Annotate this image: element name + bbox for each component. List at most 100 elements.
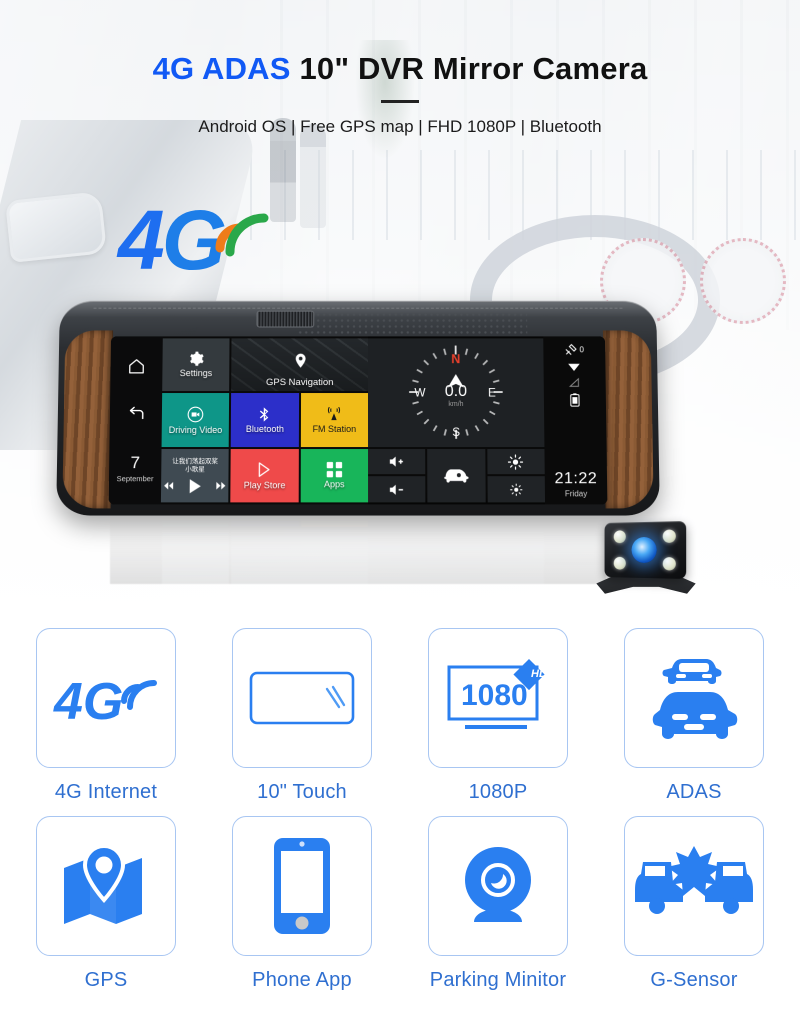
feature-icon-box — [232, 816, 372, 956]
tile-driving-video[interactable]: Driving Video — [161, 393, 230, 447]
clock-weekday: Friday — [564, 489, 588, 499]
map-location-icon — [64, 843, 142, 924]
tile-music-player[interactable]: 让我们荡起双桨 小歌星 — [160, 448, 230, 503]
brightness-down-button[interactable] — [487, 476, 546, 503]
play-store-icon — [255, 460, 274, 479]
4g-signal-icon: 4G — [53, 673, 157, 731]
tile-gps-navigation[interactable]: GPS Navigation — [231, 338, 368, 392]
led-light — [662, 557, 676, 571]
svg-text:S: S — [452, 426, 460, 439]
feature-label: Phone App — [252, 969, 352, 991]
feature-card-phone-app: Phone App — [206, 816, 398, 992]
feature-label: ADAS — [666, 781, 722, 803]
background-railing — [250, 150, 800, 240]
tile-bluetooth[interactable]: Bluetooth — [231, 393, 299, 447]
feature-card-1080p: 1080 HD 1080P — [402, 628, 594, 804]
fast-forward-icon[interactable] — [215, 482, 226, 491]
tile-label: Bluetooth — [245, 423, 284, 434]
feature-label: 1080P — [468, 781, 528, 803]
page-title-rest: 10" DVR Mirror Camera — [290, 51, 648, 86]
brightness-up-button[interactable] — [486, 448, 545, 475]
feature-label: 10" Touch — [257, 781, 347, 803]
rear-camera-module — [588, 518, 708, 618]
signal-icon — [569, 378, 580, 388]
hd-badge: HD — [531, 668, 547, 680]
speed-unit: km/h — [448, 400, 464, 408]
touch-screen-icon — [249, 671, 355, 725]
tile-play-store[interactable]: Play Store — [230, 448, 299, 503]
compass-control-column: N S E W 0.0 km/h — [367, 336, 546, 504]
device-touchscreen[interactable]: 7 September Settings GPS Navigation Driv… — [108, 336, 608, 505]
background-person — [300, 124, 326, 228]
mirror-housing: 7 September Settings GPS Navigation Driv… — [56, 300, 660, 516]
feature-icon-box — [624, 816, 764, 956]
volume-up-button[interactable] — [368, 448, 426, 475]
led-light — [613, 530, 626, 544]
feature-card-4g-internet: 4G 4G Internet — [10, 628, 202, 804]
4g-watermark-logo: 4G — [118, 196, 298, 306]
page-title: 4G ADAS 10" DVR Mirror Camera — [0, 51, 800, 86]
feature-icon-box — [428, 816, 568, 956]
feature-icon-box — [232, 628, 372, 768]
grid-apps-icon — [326, 461, 342, 478]
back-arrow-icon[interactable] — [126, 405, 145, 424]
signal-arcs-icon — [215, 213, 269, 257]
feature-card-g-sensor: G-Sensor — [598, 816, 790, 992]
rear-camera-lens — [631, 536, 657, 564]
hd-monitor-icon: 1080 HD — [447, 659, 547, 729]
webcam-icon — [465, 847, 531, 922]
quick-controls — [368, 448, 546, 503]
video-cam-icon — [187, 406, 204, 422]
title-divider — [381, 100, 419, 104]
feature-card-gps: GPS — [10, 816, 202, 992]
features-row-2: GPS Phone App Parking Minitor G-Sensor — [10, 816, 790, 992]
tile-label: Settings — [179, 368, 213, 379]
speaker-grille — [298, 312, 528, 337]
sun-dim-icon — [508, 482, 523, 497]
features-row-1: 4G 4G Internet 10" Touch 1080 HD 1080P A… — [10, 628, 790, 804]
screen-nav-rail: 7 September — [108, 336, 163, 505]
radio-tower-icon — [328, 407, 341, 420]
rewind-icon[interactable] — [163, 482, 174, 491]
speed-value: 0.0 — [444, 382, 468, 400]
map-pin-icon — [295, 353, 306, 368]
car-side-mirror — [5, 191, 107, 263]
tile-label: Driving Video — [168, 424, 223, 435]
feature-card-10-touch: 10" Touch — [206, 628, 398, 804]
speaker-minus-icon — [389, 484, 403, 495]
car-view-button[interactable] — [427, 448, 486, 503]
wifi-icon — [568, 363, 581, 371]
car-icon — [444, 469, 469, 484]
satellite-count: 0 — [579, 345, 585, 355]
home-icon[interactable] — [127, 357, 145, 375]
svg-text:4G: 4G — [53, 673, 123, 731]
tile-settings[interactable]: Settings — [162, 338, 230, 392]
feature-label: G-Sensor — [650, 969, 738, 991]
features-section: 4G 4G Internet 10" Touch 1080 HD 1080P A… — [0, 620, 800, 1030]
feature-icon-box — [624, 628, 764, 768]
feature-icon-box — [36, 816, 176, 956]
page-subtitle: Android OS | Free GPS map | FHD 1080P | … — [198, 117, 602, 137]
screen-date-day: 7 — [130, 453, 141, 473]
dashboard-gauge — [700, 238, 786, 324]
wood-bezel-left — [62, 330, 114, 509]
volume-down-button[interactable] — [368, 476, 426, 503]
rear-camera-body — [604, 521, 687, 579]
screen-date-month: September — [116, 474, 154, 484]
home-tile-grid: Settings GPS Navigation Driving Video Bl… — [160, 336, 369, 505]
microphone-vent — [256, 310, 315, 328]
battery-icon — [570, 393, 580, 407]
smartphone-icon — [274, 838, 330, 934]
status-clock: 21:22 Friday — [554, 470, 597, 499]
tile-fm-station[interactable]: FM Station — [300, 393, 369, 447]
led-light — [662, 529, 676, 543]
bluetooth-icon — [260, 406, 269, 421]
music-track-title: 让我们荡起双桨 — [172, 457, 218, 465]
feature-icon-box: 1080 HD — [428, 628, 568, 768]
play-icon[interactable] — [188, 479, 202, 494]
tile-apps[interactable]: Apps — [300, 448, 369, 503]
feature-icon-box: 4G — [36, 628, 176, 768]
led-light — [613, 556, 626, 570]
tile-label: GPS Navigation — [265, 376, 334, 388]
page-title-accent: 4G ADAS — [152, 51, 291, 86]
